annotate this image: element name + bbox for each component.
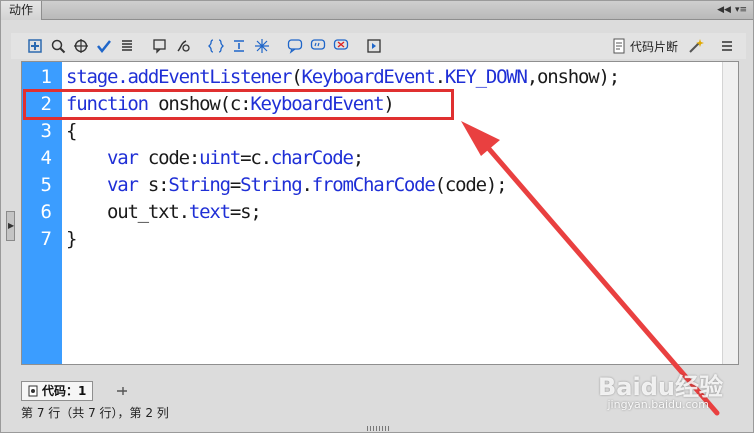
toolbox-splitter[interactable]: ▶ [6, 211, 15, 241]
code-doc-icon [28, 385, 38, 397]
actions-panel: 动作 ◀◀ ▾≡ 代码片断 1 2 3 4 5 6 7 stage.addEve… [0, 0, 754, 433]
tab-code-1-label: 代码：1 [42, 384, 87, 398]
tab-code-1[interactable]: 代码：1 [21, 381, 94, 401]
watermark-url: jingyan.baidu.com [607, 398, 709, 411]
pin-script-icon[interactable] [115, 385, 129, 397]
watermark-logo: Baidu经验 [598, 373, 723, 401]
resize-grip[interactable] [367, 426, 389, 431]
